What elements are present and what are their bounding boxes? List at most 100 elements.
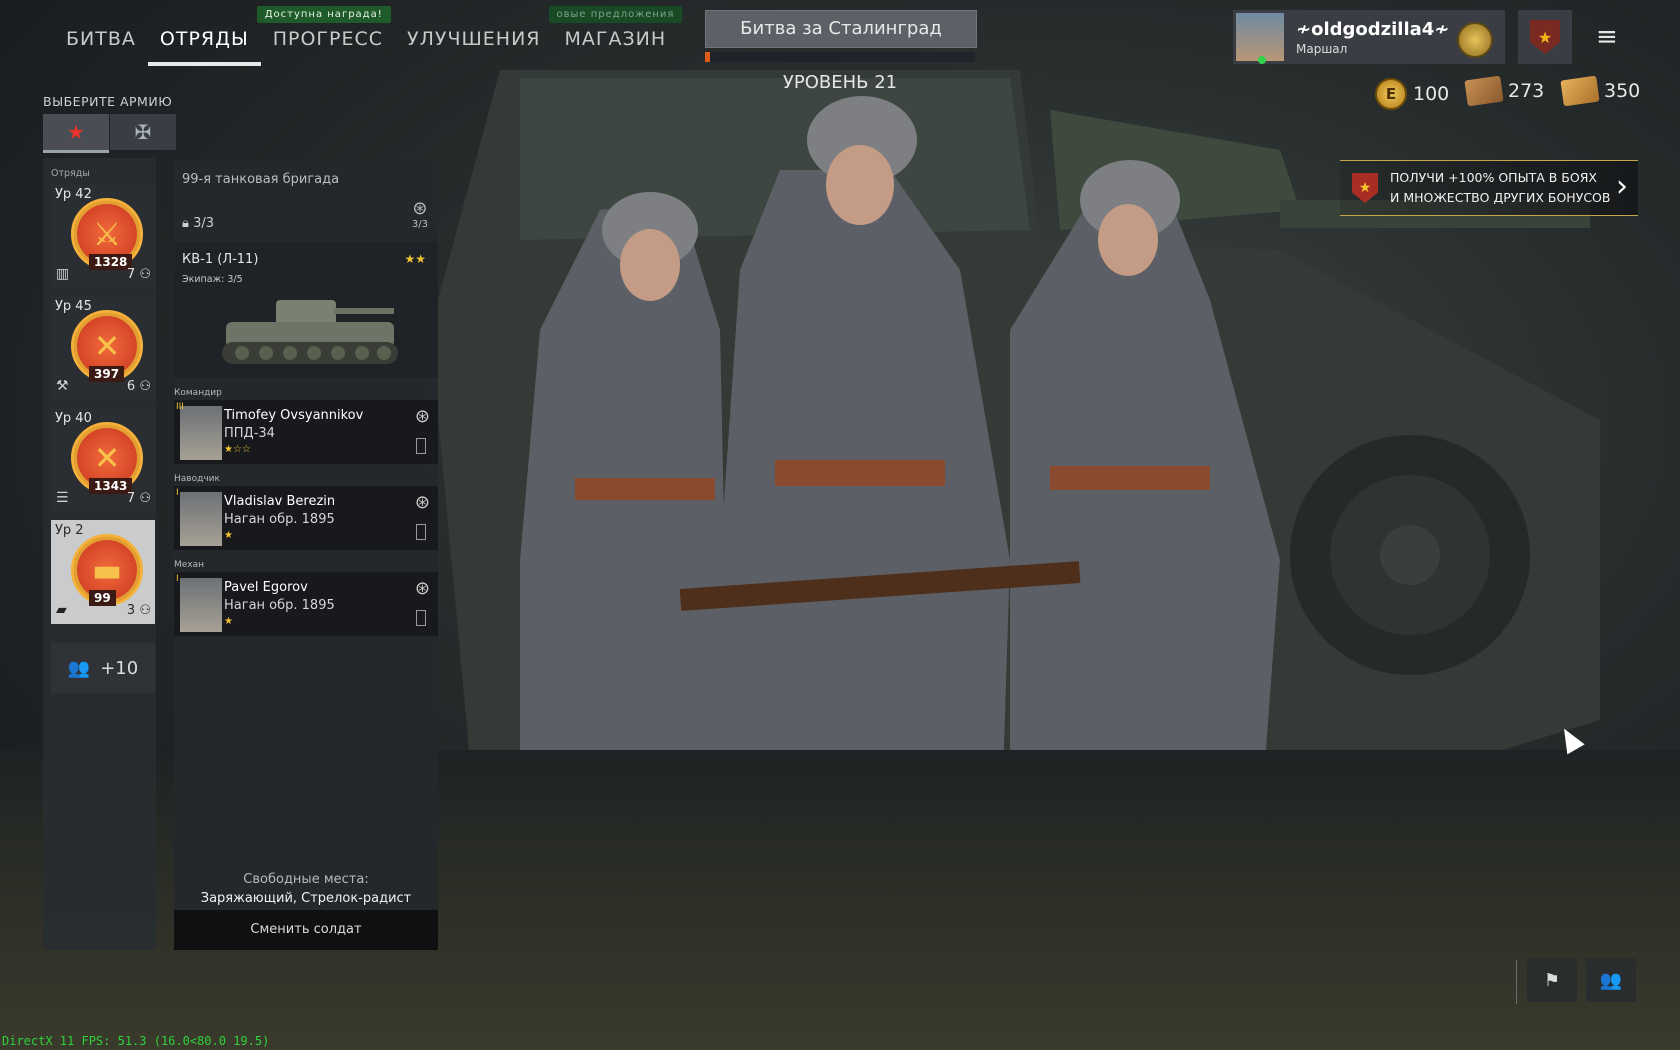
soldier-rank: III	[176, 402, 184, 412]
campaign-selector[interactable]: Битва за Сталинград	[705, 10, 977, 48]
soldier-stars: ★☆☆	[224, 444, 251, 455]
free-slots-label: Свободные места:	[243, 872, 369, 887]
soldier-weapon: ППД-34	[224, 426, 275, 441]
squad-level: Ур 2	[55, 523, 84, 538]
premium-promo-banner[interactable]: ★ ПОЛУЧИ +100% ОПЫТА В БОЯХ И МНОЖЕСТВО …	[1340, 160, 1638, 216]
iron-cross-icon: ✠	[134, 120, 152, 144]
bronze-order-icon	[1464, 75, 1504, 107]
tab-battle[interactable]: БИТВА	[54, 24, 148, 66]
squad-members: 3 ⚇	[126, 603, 151, 618]
soldier-portrait	[180, 492, 222, 546]
squad-level: Ур 40	[55, 411, 92, 426]
soldier-card-driver[interactable]: I Pavel Egorov Наган обр. 1895 ★ ⊛	[174, 572, 438, 636]
squad-level: Ур 42	[55, 187, 92, 202]
coins-value: 100	[1413, 83, 1450, 105]
change-soldiers-button[interactable]: Сменить солдат	[174, 910, 438, 950]
soldier-rank: I	[176, 574, 179, 584]
vehicle-crew: Экипаж: 3/5	[182, 274, 243, 285]
main-nav: БИТВА ОТРЯДЫ Доступна награда! ПРОГРЕСС …	[54, 6, 683, 66]
soldier-portrait	[180, 406, 222, 460]
reserve-count: +10	[100, 657, 139, 679]
soldier-card-commander[interactable]: III Timofey Ovsyannikov ППД-34 ★☆☆ ⊛	[174, 400, 438, 464]
equipment-slot-icon	[416, 524, 426, 540]
squad-members: 7 ⚇	[126, 267, 151, 282]
army-badge-button[interactable]: ★	[1518, 10, 1572, 64]
squad-slots: 🔒︎ 3/3	[182, 216, 214, 231]
ammo-icon: ▥	[56, 266, 70, 282]
reward-available-badge: Доступна награда!	[256, 6, 391, 23]
squad-card-riflemen[interactable]: Ур 40 ✕ 1343 ☰ 7 ⚇	[51, 408, 155, 512]
coin-icon: E	[1375, 78, 1407, 110]
squads-header: Отряды	[51, 168, 90, 179]
army-select-label: ВЫБЕРИТЕ АРМИЮ	[43, 94, 173, 109]
wrench-icon: ⚒	[56, 378, 69, 394]
fps-counter: DirectX 11 FPS: 51.3 (16.0<80.0 19.5)	[2, 1034, 270, 1048]
squad-members: 7 ⚇	[126, 491, 151, 506]
coins-counter[interactable]: E 100	[1375, 78, 1449, 110]
list-icon: ☰	[56, 490, 69, 506]
chevron-right-icon: ›	[1616, 169, 1628, 204]
tab-shop[interactable]: овые предложения МАГАЗИН	[548, 6, 683, 66]
flag-icon[interactable]: ⚑	[1527, 958, 1577, 1002]
army-tab-ussr[interactable]: ★	[43, 114, 109, 153]
bronze-orders-counter[interactable]: 273	[1464, 75, 1545, 107]
group-icon: 👥	[67, 657, 91, 679]
role-label: Командир	[174, 388, 222, 398]
avatar	[1236, 13, 1284, 64]
squad-count: 397	[89, 366, 125, 382]
vehicle-stars: ★★	[404, 252, 426, 266]
tab-squads[interactable]: ОТРЯДЫ	[147, 24, 261, 66]
gold-orders-counter[interactable]: 350	[1560, 75, 1641, 107]
soldier-name: Timofey Ovsyannikov	[224, 408, 364, 423]
hamburger-menu-icon[interactable]: ≡	[1596, 22, 1618, 52]
vehicle-name: КВ-1 (Л-11)	[182, 252, 259, 267]
rank-medal-icon	[1457, 22, 1493, 58]
campaign-progress-fill	[705, 52, 711, 62]
divider	[1516, 960, 1517, 1004]
squads-list: Отряды Ур 42 ⚔ 1328 ▥ 7 ⚇ Ур 45 ✕ 397 ⚒ …	[43, 158, 156, 950]
premium-star-shield-icon: ★	[1352, 173, 1378, 203]
tab-progress[interactable]: Доступна награда! ПРОГРЕСС	[256, 6, 395, 66]
reserve-squads-button[interactable]: 👥 +10	[51, 643, 155, 693]
squad-card-tank[interactable]: Ур 2 ▬ 99 ▰ 3 ⚇	[51, 520, 155, 624]
player-rank: Маршал	[1296, 41, 1348, 56]
online-status-dot	[1258, 56, 1266, 64]
campaign-progress-bar	[705, 52, 975, 62]
bronze-orders-value: 273	[1508, 80, 1545, 102]
player-name: ≁oldgodzilla4≁	[1296, 18, 1450, 40]
tank-icon: ▰	[56, 602, 67, 618]
soldier-name: Vladislav Berezin	[224, 494, 336, 509]
promo-line-1: ПОЛУЧИ +100% ОПЫТА В БОЯХ	[1390, 170, 1597, 185]
squad-level: Ур 45	[55, 299, 92, 314]
equipment-slot-icon	[416, 438, 426, 454]
soldier-weapon: Наган обр. 1895	[224, 512, 335, 527]
new-offers-badge: овые предложения	[548, 6, 683, 23]
free-slots-info: Свободные места: Заряжающий, Стрелок-рад…	[174, 870, 438, 908]
army-tab-germany[interactable]: ✠	[110, 114, 176, 150]
promo-line-2: И МНОЖЕСТВО ДРУГИХ БОНУСОВ	[1390, 190, 1611, 205]
vehicle-card[interactable]: КВ-1 (Л-11) Экипаж: 3/5 ★★	[174, 242, 438, 378]
role-label: Наводчик	[174, 474, 220, 484]
tab-upgrades[interactable]: УЛУЧШЕНИЯ	[395, 24, 553, 66]
squad-card-engineers[interactable]: Ур 45 ✕ 397 ⚒ 6 ⚇	[51, 296, 155, 400]
soldier-name: Pavel Egorov	[224, 580, 308, 595]
lock-icon: 🔒︎	[182, 216, 189, 231]
player-profile[interactable]: ≁oldgodzilla4≁ Маршал	[1233, 10, 1505, 64]
friends-icon[interactable]: 👥	[1586, 958, 1636, 1002]
gold-orders-value: 350	[1604, 80, 1641, 102]
soldier-card-gunner[interactable]: I Vladislav Berezin Наган обр. 1895 ★ ⊛	[174, 486, 438, 550]
red-star-icon: ★	[67, 120, 85, 144]
free-slots-list: Заряжающий, Стрелок-радист	[200, 891, 412, 906]
equipment-slot-icon	[416, 610, 426, 626]
squad-name: 99-я танковая бригада	[182, 172, 340, 187]
soldier-stars: ★	[224, 530, 233, 541]
steering-wheel-icon: ⊛	[414, 578, 430, 599]
campaign-level: УРОВЕНЬ 21	[782, 72, 898, 93]
role-label: Механ	[174, 560, 205, 570]
gold-order-icon	[1560, 75, 1600, 107]
kv1-tank-image	[222, 300, 398, 364]
star-shield-icon: ★	[1530, 20, 1560, 54]
squad-count: 1343	[89, 478, 133, 494]
steering-wheel-icon: ⊛	[412, 198, 428, 219]
squad-card-machinegunners[interactable]: Ур 42 ⚔ 1328 ▥ 7 ⚇	[51, 184, 155, 288]
